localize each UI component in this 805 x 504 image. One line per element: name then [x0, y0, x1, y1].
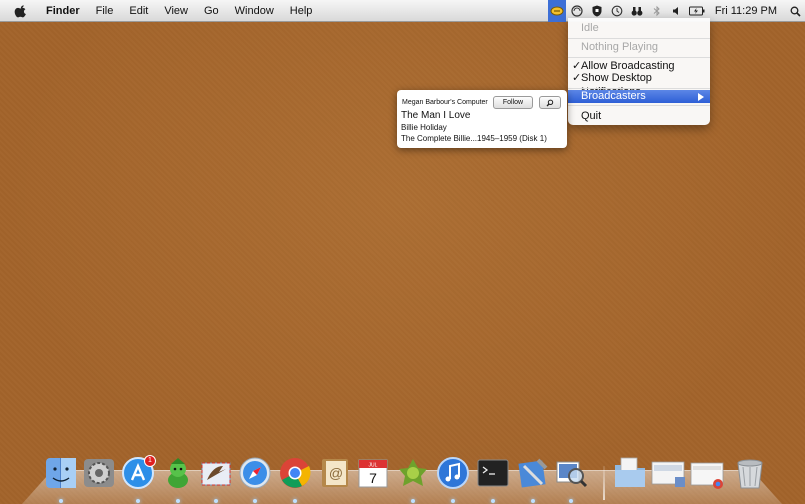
svg-text:@: @	[329, 465, 343, 481]
dock-screenshots-stack[interactable]	[690, 456, 724, 490]
dock-address-book[interactable]: @	[318, 456, 352, 490]
terminal-icon	[477, 459, 509, 487]
address-book-icon: @	[322, 459, 348, 487]
dock-calendar[interactable]: JUL 7	[356, 456, 390, 490]
app-store-badge: 1	[144, 455, 156, 467]
search-button[interactable]	[539, 96, 561, 109]
running-indicator	[59, 499, 63, 503]
menu-item-nothing-playing: Nothing Playing	[581, 41, 659, 53]
menu-separator	[568, 38, 710, 39]
menu-help[interactable]: Help	[282, 0, 321, 22]
apple-icon[interactable]	[14, 4, 28, 18]
song-title: The Man I Love	[401, 110, 471, 121]
menu-item-quit[interactable]: Quit	[568, 109, 710, 123]
broadcaster-popup: Megan Barbour's Computer Follow The Man …	[397, 90, 567, 148]
menu-item-show-notifications[interactable]: ✓ Show Desktop Notifications	[568, 71, 710, 98]
broadcast-menu: Idle Nothing Playing ✓ Allow Broadcastin…	[568, 18, 710, 125]
dock-finder[interactable]	[44, 456, 78, 490]
search-icon	[546, 99, 554, 106]
trash-icon	[737, 459, 763, 489]
dock-preview[interactable]	[554, 456, 588, 490]
svg-text:7: 7	[369, 470, 377, 486]
running-indicator	[253, 499, 257, 503]
submenu-arrow-icon	[698, 93, 704, 101]
mail-icon	[201, 462, 231, 486]
menu-separator	[568, 57, 710, 58]
menu-go[interactable]: Go	[196, 0, 227, 22]
stack-icon	[651, 461, 685, 487]
running-indicator	[176, 499, 180, 503]
menu-finder[interactable]: Finder	[38, 0, 88, 22]
dock-mail[interactable]	[199, 456, 233, 490]
menu-item-label: Broadcasters	[581, 90, 646, 102]
spotlight-icon[interactable]	[786, 0, 804, 22]
song-album: The Complete Billie...1945–1959 (Disk 1)	[401, 134, 547, 143]
running-indicator	[214, 499, 218, 503]
menu-file[interactable]: File	[88, 0, 122, 22]
stack-icon	[690, 462, 724, 489]
running-indicator	[531, 499, 535, 503]
dock-growl[interactable]	[396, 456, 430, 490]
dock-safari[interactable]	[238, 456, 272, 490]
calendar-icon: JUL7	[358, 459, 388, 488]
checkmark-icon: ✓	[572, 72, 582, 84]
dock-separator	[603, 466, 605, 500]
safari-icon	[239, 457, 271, 489]
svg-text:JUL: JUL	[369, 463, 378, 469]
dock-system-preferences[interactable]	[82, 456, 116, 490]
running-indicator	[569, 499, 573, 503]
song-artist: Billie Holiday	[401, 123, 447, 132]
menu-edit[interactable]: Edit	[121, 0, 156, 22]
xcode-icon	[518, 458, 548, 488]
dock-documents-folder[interactable]	[613, 456, 647, 490]
running-indicator	[411, 499, 415, 503]
menu-separator	[568, 88, 710, 89]
running-indicator	[491, 499, 495, 503]
running-indicator	[451, 499, 455, 503]
growl-icon	[399, 459, 427, 486]
broadcast-icon[interactable]	[547, 0, 566, 22]
dock-chrome[interactable]	[278, 456, 312, 490]
chrome-icon	[280, 458, 311, 488]
preview-icon	[556, 461, 588, 488]
menu-separator	[568, 105, 710, 106]
dock-adium[interactable]	[161, 456, 195, 490]
menu-clock[interactable]: Fri 11:29 PM	[707, 5, 785, 17]
computer-name: Megan Barbour's Computer	[402, 99, 488, 106]
adium-icon	[168, 458, 188, 488]
dock-itunes[interactable]	[436, 456, 470, 490]
menu-item-idle: Idle	[581, 22, 599, 34]
system-preferences-icon	[84, 459, 114, 487]
running-indicator	[293, 499, 297, 503]
dock-downloads-stack[interactable]	[651, 456, 685, 490]
menu-item-broadcasters[interactable]: Broadcasters	[568, 90, 710, 103]
menu-window[interactable]: Window	[227, 0, 282, 22]
follow-button[interactable]: Follow	[493, 96, 533, 109]
folder-icon	[615, 457, 645, 487]
itunes-icon	[437, 457, 469, 489]
running-indicator	[136, 499, 140, 503]
finder-icon	[46, 458, 76, 488]
menu-view[interactable]: View	[156, 0, 196, 22]
dock-xcode[interactable]	[516, 456, 550, 490]
dock-terminal[interactable]	[476, 456, 510, 490]
dock-trash[interactable]	[733, 456, 767, 490]
